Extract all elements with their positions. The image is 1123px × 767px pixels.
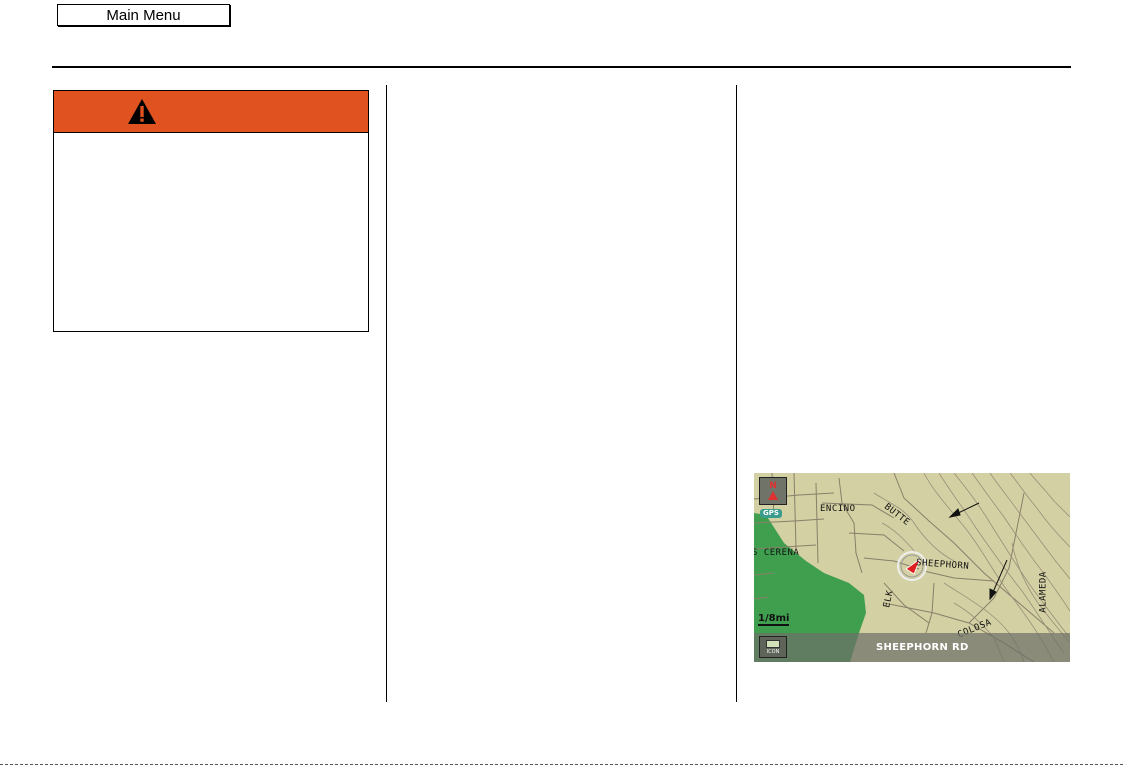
- column-divider-left: [386, 85, 387, 702]
- column-divider-right: [736, 85, 737, 702]
- gps-badge: GPS: [760, 509, 782, 518]
- map-icon-label: ICON: [766, 648, 780, 655]
- main-menu-label: Main Menu: [106, 6, 181, 24]
- current-street-name: SHEEPHORN RD: [876, 642, 969, 653]
- header-rule: [52, 66, 1071, 68]
- map-icon-button[interactable]: ICON: [759, 636, 787, 658]
- street-label-alameda: ALAMEDA: [1038, 571, 1049, 613]
- map-scale: 1/8mi: [758, 613, 790, 626]
- warning-triangle-icon: [128, 99, 156, 124]
- north-up-button[interactable]: N: [759, 477, 787, 505]
- map-icon-glyph: [766, 639, 780, 648]
- street-label-cerena: S CERENA: [754, 548, 800, 558]
- warning-box: [53, 90, 369, 332]
- page-bottom-rule: [0, 764, 1123, 765]
- navigation-map: ENCINO BUTTE S CERENA SHEEPHORN ELK ALAM…: [754, 473, 1070, 662]
- street-label-encino: ENCINO: [820, 504, 856, 514]
- warning-header: [54, 91, 368, 133]
- north-arrow-icon: [768, 491, 778, 500]
- main-menu-button[interactable]: Main Menu: [57, 4, 230, 26]
- north-letter: N: [769, 481, 777, 491]
